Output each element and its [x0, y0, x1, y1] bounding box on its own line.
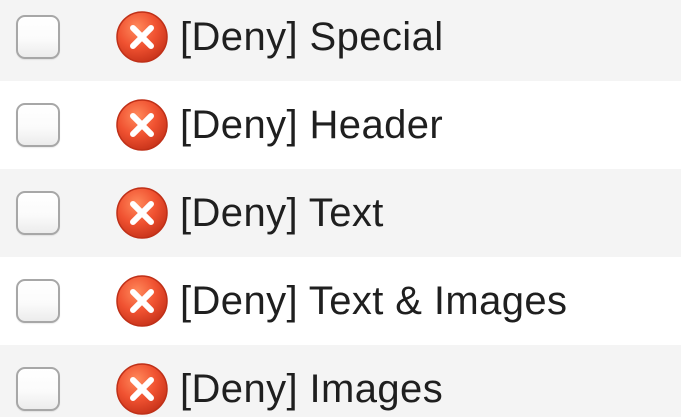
item-label: [Deny] Images — [180, 367, 444, 411]
item-label: [Deny] Header — [180, 103, 444, 147]
permission-list: [Deny] Special [Deny] Header [Deny] Text… — [0, 0, 681, 417]
list-item[interactable]: [Deny] Text — [0, 169, 681, 257]
list-item[interactable]: [Deny] Images — [0, 345, 681, 417]
deny-x-icon — [116, 187, 168, 239]
item-label: [Deny] Special — [180, 15, 444, 59]
list-item[interactable]: [Deny] Special — [0, 0, 681, 81]
checkbox[interactable] — [16, 367, 60, 411]
deny-x-icon — [116, 275, 168, 327]
deny-x-icon — [116, 99, 168, 151]
deny-x-icon — [116, 363, 168, 415]
item-label: [Deny] Text & Images — [180, 279, 568, 323]
checkbox[interactable] — [16, 191, 60, 235]
deny-x-icon — [116, 11, 168, 63]
list-item[interactable]: [Deny] Text & Images — [0, 257, 681, 345]
checkbox[interactable] — [16, 15, 60, 59]
checkbox[interactable] — [16, 279, 60, 323]
list-item[interactable]: [Deny] Header — [0, 81, 681, 169]
checkbox[interactable] — [16, 103, 60, 147]
item-label: [Deny] Text — [180, 191, 384, 235]
